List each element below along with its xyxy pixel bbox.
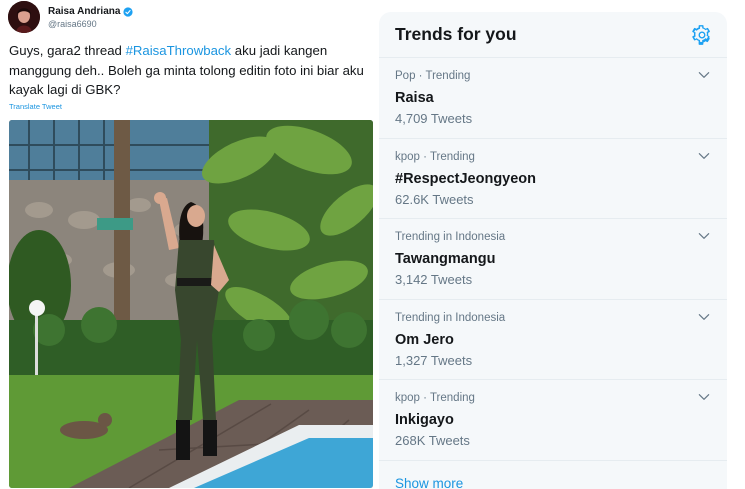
tweet-text: Guys, gara2 thread #RaisaThrowback aku j… bbox=[9, 41, 374, 100]
hashtag-link[interactable]: #RaisaThrowback bbox=[126, 43, 232, 58]
avatar-image bbox=[8, 1, 40, 33]
trend-count: 62.6K Tweets bbox=[395, 191, 474, 207]
handle[interactable]: @raisa6690 bbox=[48, 18, 133, 31]
chevron-down-icon[interactable] bbox=[697, 229, 711, 243]
trend-name: Raisa bbox=[395, 90, 434, 106]
translate-tweet-link[interactable]: Translate Tweet bbox=[9, 102, 62, 111]
trend-meta: Pop · Trending bbox=[395, 70, 471, 82]
trends-title: Trends for you bbox=[395, 24, 517, 44]
display-name[interactable]: Raisa Andriana bbox=[48, 5, 134, 18]
tweet-card: Raisa Andriana @raisa6690 Guys, gara2 th… bbox=[0, 0, 378, 489]
photo-illustration bbox=[9, 120, 373, 488]
trend-item[interactable]: Trending in Indonesia Tawangmangu 3,142 … bbox=[379, 219, 727, 300]
trends-panel: Trends for you Pop · Trending Raisa 4,70… bbox=[379, 12, 727, 489]
trend-count: 268K Tweets bbox=[395, 433, 470, 449]
trend-count: 1,327 Tweets bbox=[395, 352, 473, 368]
trend-count: 4,709 Tweets bbox=[395, 111, 473, 126]
show-more-link[interactable]: Show more bbox=[379, 461, 727, 489]
trend-name: Inkigayo bbox=[395, 412, 454, 429]
trend-meta: kpop · Trending bbox=[395, 392, 475, 405]
gear-icon[interactable] bbox=[691, 24, 713, 46]
avatar[interactable] bbox=[8, 1, 40, 33]
trend-name: Om Jero bbox=[395, 331, 454, 348]
trend-meta: Trending in Indonesia bbox=[395, 311, 506, 324]
chevron-down-icon[interactable] bbox=[697, 390, 711, 404]
tweet-header: Raisa Andriana @raisa6690 bbox=[8, 1, 134, 33]
trend-meta: Trending in Indonesia bbox=[395, 231, 506, 244]
trend-name: Tawangmangu bbox=[395, 251, 496, 268]
trend-item[interactable]: kpop · Trending Inkigayo 268K Tweets bbox=[379, 380, 727, 461]
trend-item[interactable]: Trending in Indonesia Om Jero 1,327 Twee… bbox=[379, 300, 727, 381]
verified-badge-icon bbox=[123, 6, 134, 17]
tweet-photo[interactable] bbox=[9, 120, 373, 488]
trend-meta: kpop · Trending bbox=[395, 150, 475, 163]
trend-item[interactable]: kpop · Trending #RespectJeongyeon 62.6K … bbox=[379, 139, 727, 220]
trend-item[interactable]: Pop · Trending Raisa 4,709 Tweets bbox=[379, 58, 727, 139]
display-name-text: Raisa Andriana bbox=[48, 6, 121, 17]
chevron-down-icon[interactable] bbox=[697, 310, 711, 324]
tweet-text-part1: Guys, gara2 thread bbox=[9, 43, 126, 58]
trend-count: 3,142 Tweets bbox=[395, 272, 473, 288]
trend-name: #RespectJeongyeon bbox=[395, 170, 537, 187]
chevron-down-icon[interactable] bbox=[697, 149, 711, 163]
tweet-author: Raisa Andriana @raisa6690 bbox=[48, 3, 134, 31]
chevron-down-icon[interactable] bbox=[697, 68, 711, 82]
trends-header: Trends for you bbox=[379, 12, 727, 58]
